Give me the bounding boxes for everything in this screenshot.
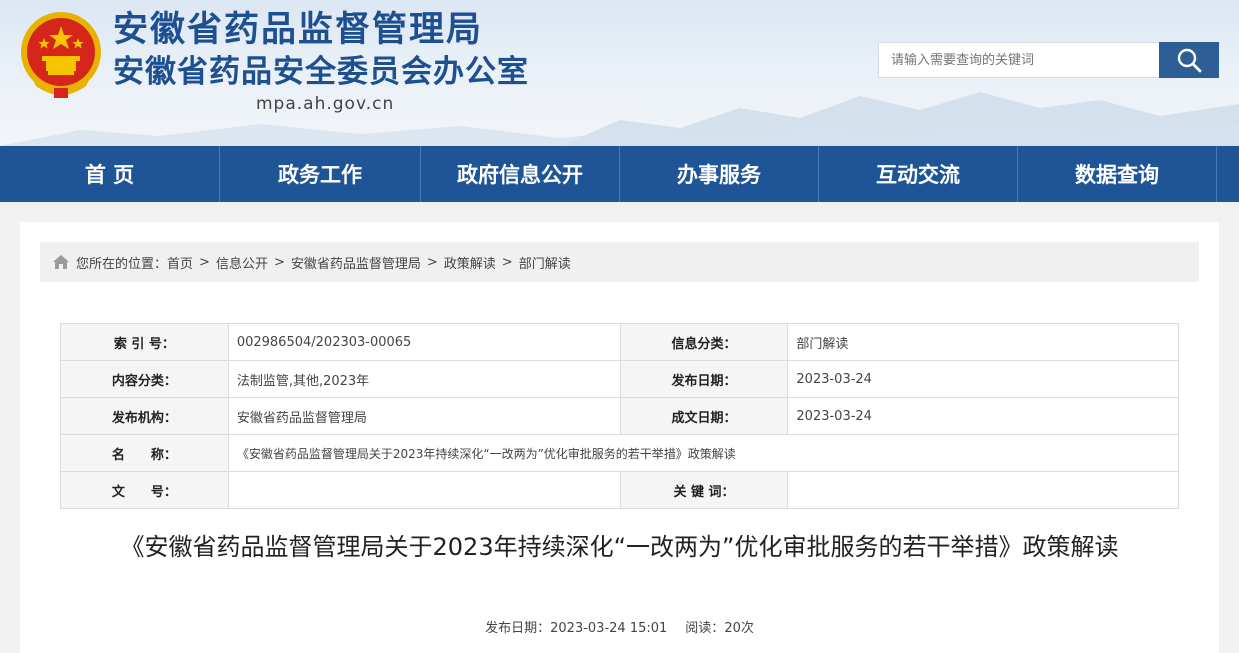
nav-divider <box>1216 146 1217 202</box>
nav-item-info-disclosure[interactable]: 政府信息公开 <box>421 146 619 202</box>
main-nav: 首 页 政务工作 政府信息公开 办事服务 互动交流 数据查询 <box>0 146 1239 202</box>
name-value: 《安徽省药品监督管理局关于2023年持续深化“一改两为”优化审批服务的若干举措》… <box>227 434 1180 472</box>
breadcrumb: 您所在的位置： 首页 > 信息公开 > 安徽省药品监督管理局 > 政策解读 > … <box>40 242 1199 282</box>
doc-number-label: 文 号： <box>60 471 229 509</box>
content-panel: 您所在的位置： 首页 > 信息公开 > 安徽省药品监督管理局 > 政策解读 > … <box>20 222 1219 653</box>
publish-datetime: 2023-03-24 15:01 <box>550 621 668 636</box>
name-label: 名 称： <box>60 434 229 472</box>
read-label: 阅读： <box>685 621 725 636</box>
site-domain: mpa.ah.gov.cn <box>256 94 395 114</box>
article-title: 《安徽省药品监督管理局关于2023年持续深化“一改两为”优化审批服务的若干举措》… <box>120 533 1119 561</box>
nav-item-interaction[interactable]: 互动交流 <box>819 146 1017 202</box>
table-row: 名 称： 《安徽省药品监督管理局关于2023年持续深化“一改两为”优化审批服务的… <box>60 434 1180 472</box>
read-count: 20次 <box>724 621 754 636</box>
search-input[interactable] <box>878 42 1159 78</box>
org-title: 安徽省药品监督管理局 <box>113 10 484 50</box>
table-row: 文 号： 关 键 词： <box>60 471 1179 509</box>
publish-date-label: 发布日期： <box>619 360 789 398</box>
org-subtitle: 安徽省药品安全委员会办公室 <box>113 54 529 90</box>
table-row: 内容分类： 法制监管,其他,2023年 发布日期： 2023-03-24 <box>60 360 1179 398</box>
publish-label: 发布日期： <box>485 621 551 636</box>
publisher-label: 发布机构： <box>60 397 229 435</box>
content-category-label: 内容分类： <box>60 360 229 398</box>
info-category-value: 部门解读 <box>787 323 1179 361</box>
table-row: 发布机构： 安徽省药品监督管理局 成文日期： 2023-03-24 <box>60 397 1179 435</box>
site-header: 安徽省药品监督管理局 安徽省药品安全委员会办公室 mpa.ah.gov.cn <box>0 0 1239 146</box>
table-row: 索 引 号： 002986504/202303-00065 信息分类： 部门解读 <box>60 323 1179 361</box>
breadcrumb-separator: > <box>199 254 210 270</box>
info-category-label: 信息分类： <box>619 323 789 361</box>
breadcrumb-prefix: 您所在的位置： <box>76 256 168 272</box>
nav-item-government-work[interactable]: 政务工作 <box>220 146 420 202</box>
nav-item-home[interactable]: 首 页 <box>0 146 219 202</box>
made-date-label: 成文日期： <box>619 397 789 435</box>
national-emblem-logo <box>21 12 101 98</box>
nav-item-data-query[interactable]: 数据查询 <box>1018 146 1216 202</box>
doc-number-value <box>227 471 621 509</box>
breadcrumb-link-policy[interactable]: 政策解读 <box>444 253 496 272</box>
breadcrumb-link-home[interactable]: 首页 <box>167 253 193 272</box>
search-button[interactable] <box>1159 42 1219 78</box>
breadcrumb-link-info[interactable]: 信息公开 <box>216 253 268 272</box>
publisher-value: 安徽省药品监督管理局 <box>227 397 621 435</box>
made-date-value: 2023-03-24 <box>787 397 1179 435</box>
keywords-value <box>787 471 1179 509</box>
breadcrumb-link-bureau[interactable]: 安徽省药品监督管理局 <box>291 253 421 272</box>
home-icon <box>52 254 70 270</box>
index-label: 索 引 号： <box>60 323 229 361</box>
breadcrumb-separator: > <box>426 254 438 270</box>
article-meta: 发布日期：2023-03-24 15:01 阅读：20次 <box>20 617 1219 636</box>
metadata-table: 索 引 号： 002986504/202303-00065 信息分类： 部门解读… <box>60 323 1180 509</box>
search-icon <box>1177 48 1202 73</box>
breadcrumb-separator: > <box>501 254 513 270</box>
keywords-label: 关 键 词： <box>619 471 789 509</box>
publish-date-value: 2023-03-24 <box>787 360 1179 398</box>
breadcrumb-separator: > <box>273 254 285 270</box>
breadcrumb-link-department[interactable]: 部门解读 <box>519 253 571 272</box>
content-category-value: 法制监管,其他,2023年 <box>227 360 621 398</box>
index-value: 002986504/202303-00065 <box>227 323 621 361</box>
nav-item-services[interactable]: 办事服务 <box>620 146 818 202</box>
